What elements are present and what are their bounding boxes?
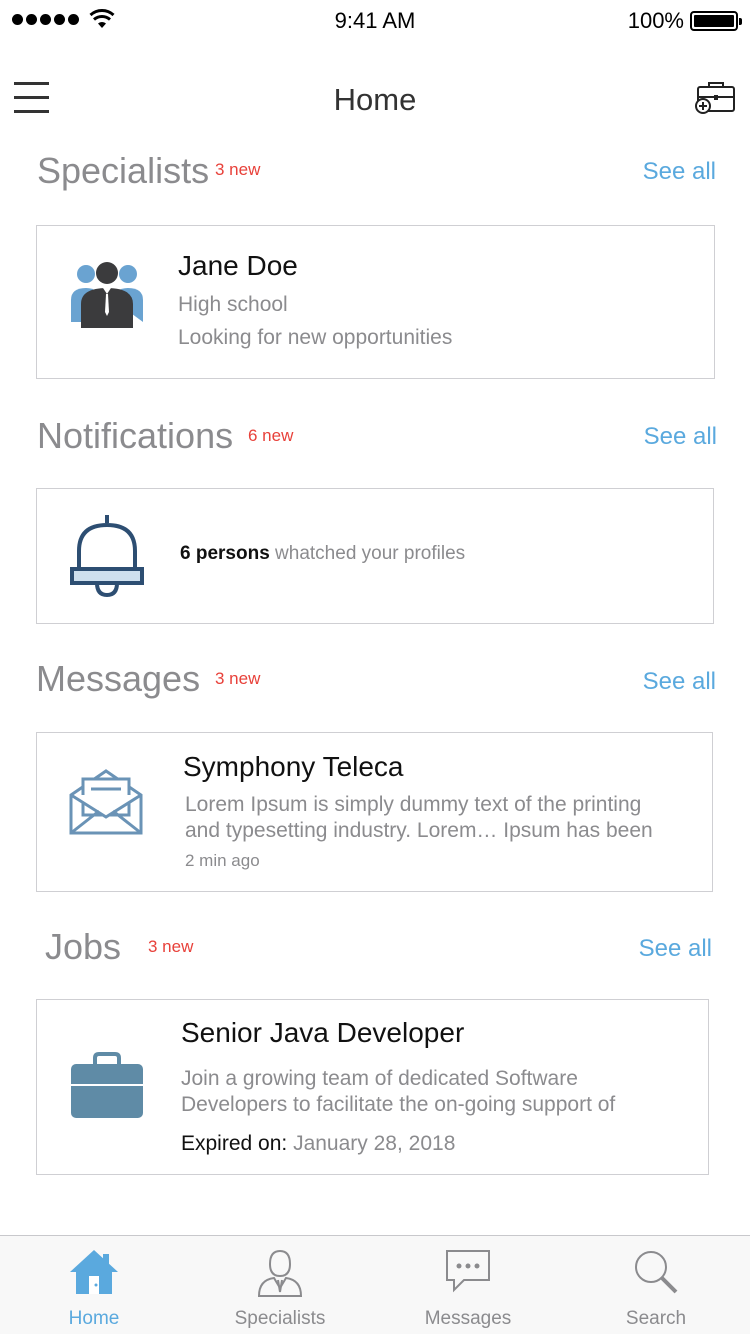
chat-bubble-icon [446, 1250, 490, 1293]
new-count-badge: 3 new [148, 937, 194, 956]
new-count-badge: 3 new [215, 669, 261, 688]
battery-icon [690, 11, 742, 31]
tab-label: Messages [424, 1308, 512, 1329]
messages-section-header: Messages 3 new See all [0, 656, 750, 706]
expired-date: January 28, 2018 [293, 1132, 456, 1155]
new-count-badge: 6 new [248, 426, 294, 445]
section-title: Messages [36, 658, 201, 699]
team-people-icon [71, 262, 143, 328]
new-count-badge: 3 new [215, 160, 261, 179]
see-all-jobs-link[interactable]: See all [639, 935, 712, 963]
see-all-specialists-link[interactable]: See all [643, 158, 716, 186]
notification-card[interactable]: 6 persons whatched your profiles [36, 488, 714, 624]
tab-search[interactable]: Search [562, 1236, 750, 1334]
see-all-notifications-link[interactable]: See all [644, 423, 717, 451]
battery-percent: 100% [627, 8, 684, 33]
job-expiry: Expired on: January 28, 2018 [181, 1132, 455, 1156]
specialists-section-header: Specialists 3 new See all [0, 148, 750, 198]
tab-bar: Home Specialists Messages Search [0, 1235, 750, 1334]
job-desc-line1: Join a growing team of dedicated Softwar… [181, 1067, 578, 1090]
open-envelope-icon [69, 769, 143, 835]
person-icon [257, 1249, 303, 1297]
message-time: 2 min ago [185, 851, 260, 870]
bell-icon [70, 515, 144, 598]
page-title: Home [333, 82, 417, 117]
notification-text: 6 persons whatched your profiles [180, 543, 465, 565]
section-title: Jobs [45, 926, 122, 967]
briefcase-add-icon[interactable] [694, 80, 736, 114]
tab-home[interactable]: Home [0, 1236, 188, 1334]
nav-bar: Home [0, 60, 750, 140]
expired-label: Expired on: [181, 1132, 288, 1155]
status-bar: 9:41 AM 100% [0, 0, 750, 42]
job-title: Senior Java Developer [181, 1017, 465, 1048]
tab-messages[interactable]: Messages [374, 1236, 562, 1334]
search-icon [635, 1251, 678, 1294]
tab-label: Search [625, 1308, 687, 1329]
job-card[interactable]: Senior Java Developer Join a growing tea… [36, 999, 709, 1175]
notification-count: 6 persons [180, 543, 270, 564]
section-title: Specialists [37, 150, 210, 191]
notifications-section-header: Notifications 6 new See all [0, 413, 750, 463]
message-sender: Symphony Teleca [183, 751, 404, 782]
home-icon [70, 1250, 118, 1294]
job-desc-line2: Developers to facilitate the on-going su… [181, 1093, 616, 1116]
message-preview-line2: and typesetting industry. Lorem… Ipsum h… [185, 819, 653, 842]
tab-specialists[interactable]: Specialists [186, 1236, 374, 1334]
section-title: Notifications [37, 415, 234, 456]
specialist-status: Looking for new opportunities [178, 326, 453, 349]
briefcase-icon [71, 1052, 143, 1118]
tab-label: Home [68, 1308, 120, 1329]
tab-label: Specialists [234, 1308, 326, 1329]
message-card[interactable]: Symphony Teleca Lorem Ipsum is simply du… [36, 732, 713, 892]
message-preview-line1: Lorem Ipsum is simply dummy text of the … [185, 793, 642, 816]
specialist-card[interactable]: Jane Doe High school Looking for new opp… [36, 225, 715, 379]
specialist-education: High school [178, 293, 288, 316]
notification-message: whatched your profiles [275, 543, 466, 564]
see-all-messages-link[interactable]: See all [643, 668, 716, 696]
specialist-name: Jane Doe [178, 250, 298, 281]
jobs-section-header: Jobs 3 new See all [0, 924, 750, 974]
